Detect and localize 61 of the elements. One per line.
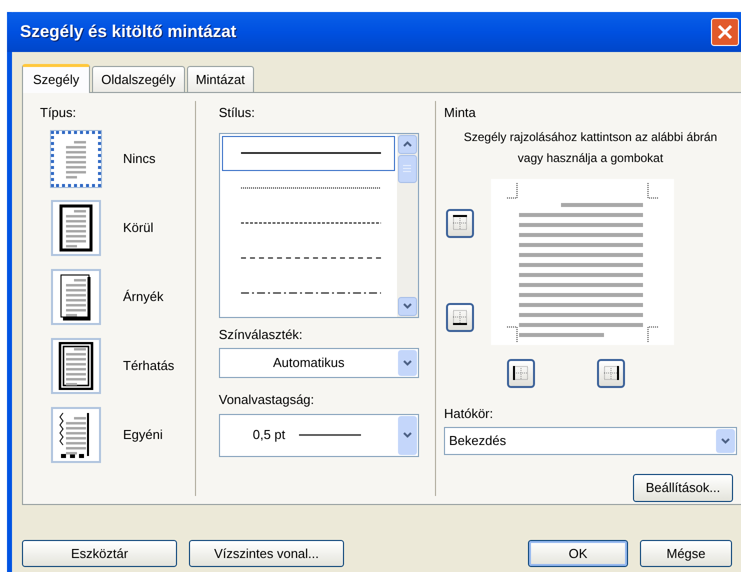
- border-type-label: Nincs: [123, 150, 156, 168]
- options-button[interactable]: Beállítások...: [632, 474, 733, 502]
- close-icon: [717, 24, 733, 40]
- type-label: Típus:: [40, 104, 78, 122]
- border-top-button[interactable]: [446, 208, 474, 238]
- page-border-icon: [58, 342, 94, 390]
- dropdown-arrow-button[interactable]: [716, 429, 735, 453]
- scrollbar[interactable]: [396, 134, 418, 316]
- close-button[interactable]: [711, 18, 739, 46]
- width-value: 0,5 pt: [252, 426, 286, 444]
- width-dropdown[interactable]: 0,5 pt: [218, 414, 419, 456]
- dropdown-arrow-button[interactable]: [398, 350, 417, 376]
- border-type-button[interactable]: [51, 268, 101, 324]
- dialog-button[interactable]: OK: [528, 540, 628, 567]
- line-sample-icon: [240, 222, 381, 224]
- tab[interactable]: Mintázat: [186, 66, 254, 92]
- color-label: Színválaszték:: [218, 326, 304, 344]
- line-sample-icon: [240, 187, 381, 189]
- window-title: Szegély és kitöltő mintázat: [20, 21, 236, 44]
- preview-hint: Szegély rajzolásához kattintson az alábbi ábrán vagy használja a gombokat: [462, 128, 718, 166]
- color-dropdown[interactable]: Automatikus: [218, 348, 419, 378]
- scope-dropdown[interactable]: Bekezdés: [444, 427, 737, 455]
- border-left-icon: [510, 363, 531, 383]
- dialog-button[interactable]: Eszköztár: [22, 540, 177, 567]
- style-list[interactable]: [218, 132, 419, 318]
- style-label: Stílus:: [218, 104, 256, 122]
- line-sample-icon: [240, 152, 381, 154]
- chevron-down-icon: [402, 432, 412, 438]
- scroll-thumb[interactable]: [398, 154, 417, 182]
- border-type-label: Térhatás: [123, 356, 174, 375]
- line-sample-icon: [299, 434, 362, 436]
- dropdown-arrow-button[interactable]: [398, 416, 417, 454]
- line-sample-icon: [240, 257, 381, 259]
- grip-icon: [403, 165, 412, 172]
- border-type-label: Körül: [123, 218, 154, 237]
- scope-label: Hatókör:: [444, 404, 494, 422]
- page-border-icon: [58, 204, 94, 252]
- border-type-button[interactable]: [51, 200, 101, 256]
- border-type-label: Egyéni: [123, 426, 163, 444]
- border-type-label: Árnyék: [123, 288, 164, 306]
- line-style-option[interactable]: [222, 136, 395, 170]
- border-bottom-button[interactable]: [446, 302, 474, 332]
- border-type-button[interactable]: [51, 406, 101, 462]
- line-sample-icon: [240, 292, 381, 294]
- chevron-down-icon: [402, 360, 412, 366]
- border-right-button[interactable]: [596, 358, 625, 388]
- dialog-button[interactable]: Vízszintes vonal...: [189, 540, 344, 567]
- dialog-button[interactable]: Mégse: [640, 540, 732, 567]
- chevron-down-icon: [402, 303, 412, 309]
- width-label: Vonalvastagság:: [218, 391, 316, 409]
- chevron-up-icon: [402, 141, 412, 147]
- scroll-up-button[interactable]: [398, 134, 417, 154]
- tab[interactable]: Szegély: [22, 64, 90, 93]
- scroll-down-button[interactable]: [398, 296, 417, 316]
- color-value: Automatikus: [272, 354, 346, 372]
- chevron-down-icon: [720, 438, 730, 444]
- border-type-button[interactable]: [51, 338, 101, 394]
- preview-label: Minta: [444, 104, 477, 122]
- border-left-button[interactable]: [506, 358, 535, 388]
- scope-value: Bekezdés: [448, 432, 508, 450]
- tab[interactable]: Oldalszegély: [92, 66, 185, 92]
